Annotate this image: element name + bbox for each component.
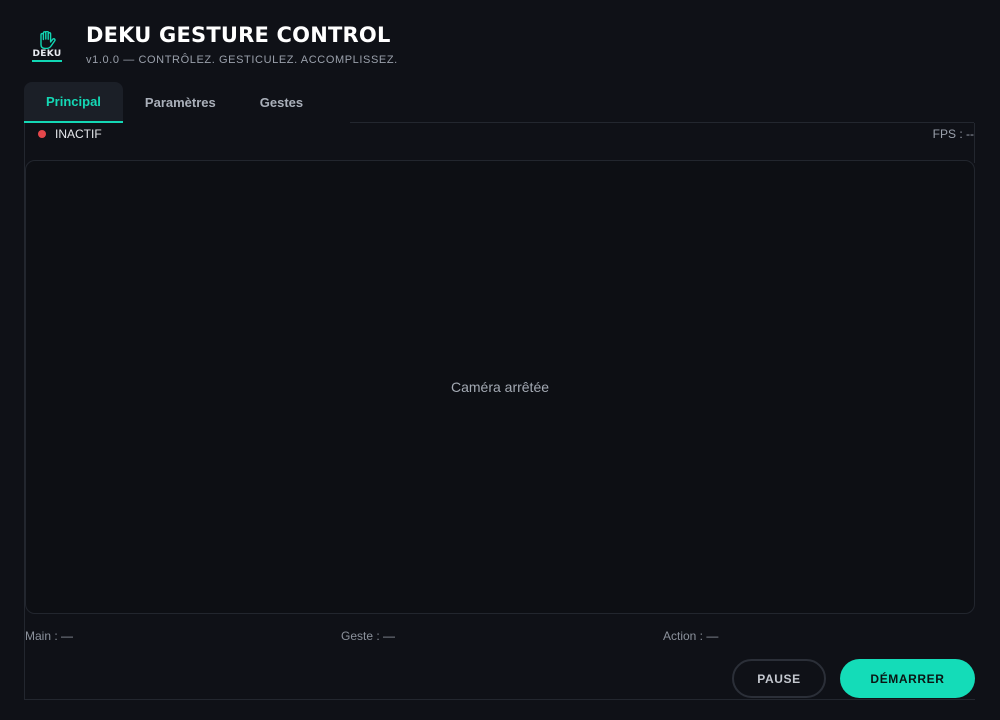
app-subtitle: v1.0.0 — CONTRÔLEZ. GESTICULEZ. ACCOMPLI… [86, 54, 398, 66]
status-indicator: INACTIF [38, 127, 102, 141]
tab-divider [350, 122, 974, 123]
fps-counter: FPS : -- [932, 127, 974, 141]
title-block: DEKU GESTURE CONTROL v1.0.0 — CONTRÔLEZ.… [86, 22, 398, 66]
panel-border-bottom [24, 699, 975, 700]
status-dot-icon [38, 130, 46, 138]
tab-gestes[interactable]: Gestes [238, 82, 325, 123]
hand-icon [40, 30, 56, 49]
hand-readout: Main : — [25, 629, 74, 643]
app-window: DEKU DEKU GESTURE CONTROL v1.0.0 — CONTR… [0, 0, 1000, 720]
pause-button[interactable]: PAUSE [732, 659, 826, 698]
gesture-readout: Geste : — [341, 629, 396, 643]
camera-preview: Caméra arrêtée [25, 160, 975, 614]
status-label: INACTIF [55, 127, 102, 141]
logo-underline [32, 59, 62, 62]
tab-parametres[interactable]: Paramètres [123, 82, 238, 123]
camera-status-message: Caméra arrêtée [450, 379, 550, 395]
start-button[interactable]: DÉMARRER [840, 659, 975, 698]
tab-principal[interactable]: Principal [24, 82, 123, 123]
app-title: DEKU GESTURE CONTROL [86, 23, 391, 47]
logo-text: DEKU [32, 48, 62, 59]
header: DEKU DEKU GESTURE CONTROL v1.0.0 — CONTR… [28, 22, 398, 66]
tab-bar: Principal Paramètres Gestes [24, 82, 325, 123]
panel-border-right [974, 123, 975, 163]
action-readout: Action : — [663, 629, 719, 643]
app-logo: DEKU [28, 27, 66, 65]
